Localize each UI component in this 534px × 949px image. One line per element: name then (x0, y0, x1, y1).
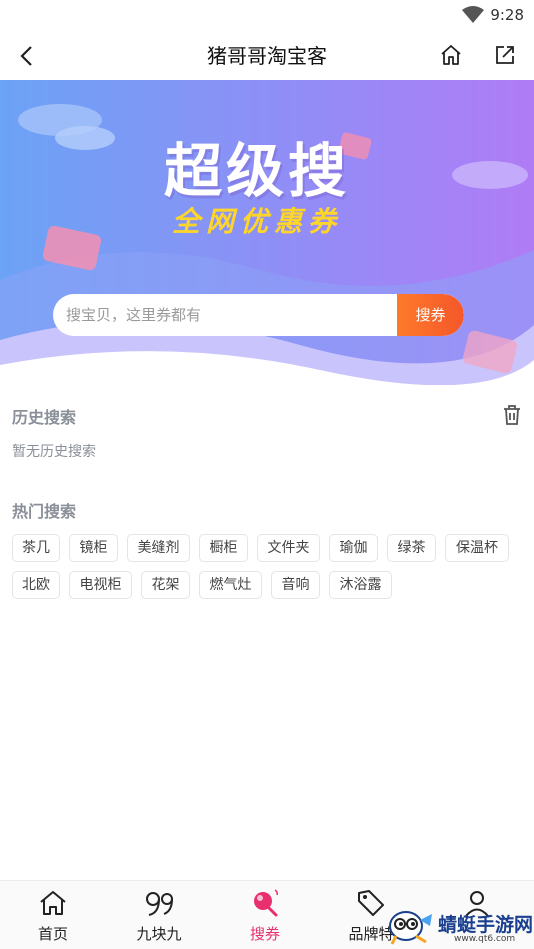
nine-nine-icon (146, 892, 173, 916)
wifi-icon (462, 6, 484, 23)
title-bar: 猪哥哥淘宝客 (0, 30, 534, 80)
nav-label: 九块九 (136, 925, 182, 943)
watermark-text: 蜻蜓手游网 (438, 914, 534, 936)
history-title: 历史搜索 (12, 408, 77, 427)
hot-tag[interactable]: 北欧 (12, 571, 60, 599)
history-empty-text: 暂无历史搜索 (12, 444, 96, 460)
hot-tag[interactable]: 沐浴露 (329, 571, 392, 599)
banner-subline: 全网优惠券 (171, 205, 342, 238)
hot-tag[interactable]: 橱柜 (199, 534, 248, 562)
hot-tag[interactable]: 花架 (141, 571, 190, 599)
trash-icon[interactable] (502, 404, 522, 426)
hot-tag[interactable]: 音响 (271, 571, 320, 599)
hot-tag[interactable]: 燃气灶 (199, 571, 262, 599)
status-bar: 9:28 (0, 0, 534, 30)
dragonfly-logo-icon (389, 911, 432, 945)
search-input[interactable] (53, 294, 397, 336)
watermark: 蜻蜓手游网 www.qt6.com (384, 900, 534, 949)
banner-headline: 超级搜 (163, 137, 350, 205)
share-icon[interactable] (492, 42, 518, 68)
search-coupon-icon (254, 889, 278, 917)
nav-nine-nine[interactable]: 九块九 (106, 881, 212, 949)
hot-tag[interactable]: 瑜伽 (329, 534, 378, 562)
search-box: 搜券 (53, 294, 464, 336)
search-banner: 超级搜 全网优惠券 (0, 80, 534, 385)
nav-label: 首页 (37, 925, 68, 943)
watermark-url: www.qt6.com (454, 934, 516, 944)
home-icon[interactable] (438, 42, 464, 68)
home-icon (40, 891, 66, 915)
hot-tag[interactable]: 美缝剂 (127, 534, 190, 562)
hot-search-title: 热门搜索 (12, 502, 77, 521)
nav-search-coupon[interactable]: 搜券 (212, 881, 318, 949)
hot-tag[interactable]: 文件夹 (257, 534, 320, 562)
tag-icon (358, 890, 384, 916)
hot-tag[interactable]: 保温杯 (445, 534, 509, 562)
nav-home[interactable]: 首页 (0, 881, 106, 949)
hot-tag[interactable]: 电视柜 (69, 571, 132, 599)
hot-tag[interactable]: 镜柜 (69, 534, 118, 562)
hot-tag[interactable]: 绿茶 (387, 534, 436, 562)
hot-tag[interactable]: 茶几 (12, 534, 60, 562)
status-time: 9:28 (490, 6, 524, 24)
nav-label: 搜券 (249, 925, 280, 943)
search-coupon-button[interactable]: 搜券 (397, 294, 464, 336)
